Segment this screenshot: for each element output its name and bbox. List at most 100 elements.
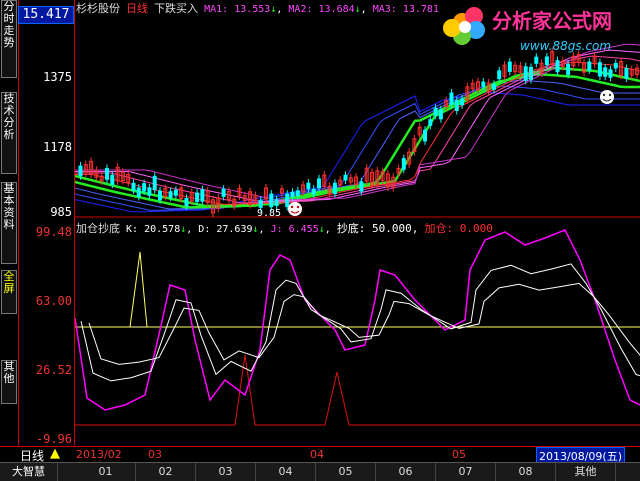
- candle-body: [555, 60, 560, 73]
- side-tab-other-label: 其他: [3, 360, 15, 385]
- logo-text: 分析家公式网: [492, 9, 612, 33]
- price-axis-label-high: 1375: [43, 70, 72, 84]
- candle-body: [110, 174, 115, 185]
- candle-body: [343, 174, 348, 181]
- date-tab-02[interactable]: 02: [136, 463, 196, 481]
- price-pane: [75, 43, 640, 218]
- smiley-icon: [600, 90, 614, 104]
- month-label-apr: 04: [310, 448, 324, 461]
- candle-body: [173, 189, 178, 196]
- candle-body: [184, 197, 189, 207]
- side-tab-technical-label: 技术分析: [3, 92, 15, 141]
- candle-body: [587, 61, 592, 71]
- price-axis-label-low: 985: [50, 205, 72, 219]
- candle-body: [332, 182, 337, 195]
- price-axis-label-mid: 1178: [43, 140, 72, 154]
- candle-body: [491, 83, 496, 90]
- side-tab-timeshare[interactable]: 分时走势: [1, 0, 17, 78]
- candle-body: [507, 61, 512, 72]
- candle-body: [195, 192, 200, 202]
- k-line: [80, 263, 640, 382]
- site-logo: 分析家公式网 www.88gs.com: [443, 7, 612, 53]
- candle-body: [566, 63, 571, 75]
- candle-body: [624, 68, 629, 79]
- candle-body: [158, 190, 162, 201]
- month-label-mar: 03: [148, 448, 162, 461]
- candle-body: [290, 191, 295, 198]
- candle-body: [295, 190, 300, 197]
- chart-area: 9.85: [75, 43, 640, 426]
- candle-body: [423, 129, 427, 142]
- candle-body: [274, 199, 279, 206]
- candle-body: [401, 158, 406, 170]
- candle-body: [269, 193, 274, 208]
- candle-body: [438, 109, 443, 120]
- date-tab-other[interactable]: 其他: [556, 463, 616, 481]
- osc-axis-label-top: 99.48: [35, 225, 72, 239]
- candle-body: [497, 70, 502, 80]
- candle-body: [200, 189, 205, 202]
- side-tab-fullscreen[interactable]: 全屏: [1, 270, 17, 314]
- date-tab-01[interactable]: 01: [76, 463, 136, 481]
- low-price-marker: 9.85: [257, 208, 281, 219]
- date-tab-07[interactable]: 07: [436, 463, 496, 481]
- month-label-feb: 2013/02: [76, 448, 122, 461]
- candle-body: [529, 66, 533, 80]
- candle-body: [136, 187, 141, 198]
- candle-body: [433, 107, 438, 116]
- smiley-icon: [288, 202, 302, 216]
- current-price: 15.417: [22, 7, 70, 22]
- chaodi-spike-line: [75, 251, 640, 328]
- oscillator-pane: [75, 229, 640, 426]
- osc-axis-label-26: 26.52: [35, 363, 72, 377]
- candle-body: [449, 92, 454, 105]
- date-axis-bar: 日线 ▲ 2013/02 03 04 05 2013/08/09(五): [0, 446, 640, 464]
- date-tab-03[interactable]: 03: [196, 463, 256, 481]
- candle-body: [613, 62, 618, 69]
- osc-axis-label-63: 63.00: [35, 294, 72, 308]
- candle-body: [152, 175, 157, 191]
- side-tab-technical[interactable]: 技术分析: [1, 92, 17, 174]
- d-line: [88, 282, 640, 365]
- price-axis: 1375 1178 985 99.48 63.00 26.52 -9.96: [18, 0, 75, 448]
- candle-body: [221, 188, 226, 197]
- side-tab-fundamental[interactable]: 基本资料: [1, 182, 17, 264]
- candle-body: [78, 165, 83, 177]
- candle-body: [131, 182, 136, 191]
- candle-body: [603, 67, 608, 77]
- flower-logo-icon: [443, 7, 485, 45]
- candle-body: [523, 66, 528, 81]
- side-tabs: 分时走势 技术分析 基本资料 全屏 其他: [0, 0, 19, 460]
- month-label-may: 05: [452, 448, 466, 461]
- candle-body: [147, 187, 152, 196]
- jiacang-line: [75, 354, 640, 426]
- date-tab-strip: 大智慧 01 02 03 04 05 06 07 08 其他: [0, 462, 640, 481]
- side-tab-timeshare-label: 分时走势: [3, 0, 15, 49]
- candle-body: [105, 168, 109, 180]
- date-tab-06[interactable]: 06: [376, 463, 436, 481]
- side-tab-fundamental-label: 基本资料: [3, 182, 15, 231]
- candle-body: [311, 188, 316, 195]
- candle-body: [454, 100, 459, 112]
- side-tab-other[interactable]: 其他: [1, 360, 17, 404]
- date-tab-08[interactable]: 08: [496, 463, 556, 481]
- candle-body: [285, 193, 290, 208]
- candle-body: [481, 81, 486, 87]
- j-line: [75, 229, 640, 411]
- date-tab-04[interactable]: 04: [256, 463, 316, 481]
- current-price-box: 15.417: [18, 6, 74, 24]
- side-tab-fullscreen-label: 全屏: [3, 270, 15, 295]
- app-name-tab[interactable]: 大智慧: [0, 463, 58, 481]
- candle-body: [142, 183, 147, 192]
- candle-body: [597, 62, 602, 77]
- candle-body: [460, 98, 465, 106]
- candle-body: [258, 200, 263, 208]
- date-tab-05[interactable]: 05: [316, 463, 376, 481]
- candle-body: [428, 119, 433, 126]
- candle-body: [168, 191, 173, 198]
- candle-body: [306, 182, 311, 190]
- candle-body: [359, 181, 364, 192]
- candle-body: [608, 69, 613, 78]
- logo-url: www.88gs.com: [520, 39, 611, 53]
- osc-axis-label-bottom: -9.96: [35, 432, 72, 446]
